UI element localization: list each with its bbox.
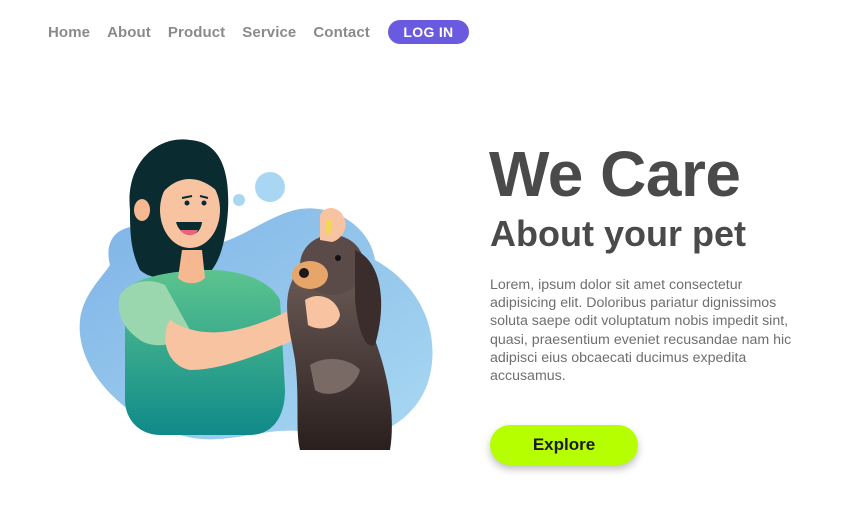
woman-giving-dog-eye-drops-illustration bbox=[79, 139, 433, 450]
landing-page: Home About Product Service Contact LOG I… bbox=[0, 0, 841, 525]
top-nav: Home About Product Service Contact LOG I… bbox=[48, 20, 469, 44]
nav-contact-link[interactable]: Contact bbox=[313, 24, 370, 41]
hero-subtitle: About your pet bbox=[490, 213, 746, 254]
hero-illustration bbox=[70, 130, 450, 460]
nav-service-link[interactable]: Service bbox=[242, 24, 296, 41]
nav-about-link[interactable]: About bbox=[107, 24, 151, 41]
nav-home-link[interactable]: Home bbox=[48, 24, 90, 41]
explore-button[interactable]: Explore bbox=[490, 425, 638, 465]
login-button[interactable]: LOG IN bbox=[387, 20, 469, 44]
hero-title: We Care bbox=[489, 138, 741, 210]
nav-product-link[interactable]: Product bbox=[168, 24, 225, 41]
hero-description: Lorem, ipsum dolor sit amet consectetur … bbox=[490, 277, 792, 385]
